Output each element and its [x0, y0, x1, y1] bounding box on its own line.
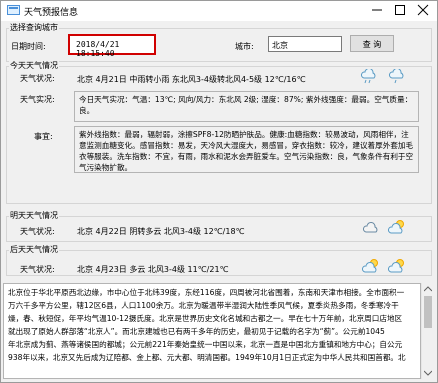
- intro-line: 938年以来，北京又先后成为辽陪都、金上都、元大都、明清国都。1949年10月1…: [8, 353, 406, 362]
- after-tomorrow-group-title: 后天天气情况: [9, 244, 59, 255]
- intro-line: 北京位于华北平原西北边缘，市中心位于北纬39度，东经116度，四周被河北省围着，…: [8, 288, 405, 297]
- app-icon: [7, 5, 20, 15]
- query-group-title: 选择查询城市: [9, 22, 59, 33]
- query-button[interactable]: 查 询: [350, 35, 394, 52]
- cloud-rain-icon: [360, 69, 376, 84]
- window-title: 天气预报信息: [24, 8, 79, 18]
- close-icon[interactable]: [417, 4, 429, 16]
- today-weather-label: 天气状况:: [20, 74, 55, 83]
- today-weather-value: 北京 4月21日 中雨转小雨 东北风3-4级转北风4-5级 12℃/16℃: [77, 75, 306, 84]
- scroll-thumb[interactable]: [424, 296, 432, 328]
- scroll-down-icon[interactable]: [424, 370, 432, 376]
- partly-cloudy-icon: [362, 259, 378, 273]
- city-intro-textarea[interactable]: 北京位于华北平原西北边缘，市中心位于北纬39度，东经116度，四周被河北省围着，…: [3, 283, 421, 379]
- tips-label: 事宜:: [34, 132, 53, 141]
- after-tomorrow-weather-value: 北京 4月23日 多云 北风3-4级 11℃/21℃: [77, 265, 229, 274]
- date-label: 日期时间:: [11, 42, 46, 51]
- today-live-label: 天气实况:: [20, 95, 55, 104]
- intro-line: 就出现了原始人群部落“北京人”。而北京建城也已有两千多年的历史，最初见于记载的名…: [8, 327, 385, 336]
- minimize-icon[interactable]: [371, 4, 383, 16]
- intro-line: 万六千多平方公里，辖12区6县，人口1100余万。北京为暖温带半湿润大陆性季风气…: [8, 301, 399, 310]
- date-time-field[interactable]: 2018/4/21 18:15:40: [68, 34, 156, 58]
- intro-line: 燥，春、秋短促，年平均气温10-12摄氏度。北京是世界历史文化名城和古都之一。早…: [8, 314, 403, 323]
- after-tomorrow-weather-label: 天气状况:: [20, 265, 55, 274]
- tomorrow-weather-value: 北京 4月22日 阴转多云 北风3-4级 12℃/18℃: [77, 227, 245, 236]
- scroll-up-icon[interactable]: [424, 286, 432, 292]
- cloud-rain-icon: [388, 69, 404, 84]
- intro-line: 年北京成为蓟、燕等诸侯国的都城；公元前221年秦始皇统一中国以来，北京一直是中国…: [8, 340, 403, 349]
- partly-cloudy-icon: [388, 259, 404, 273]
- today-group-title: 今天天气情况: [9, 60, 59, 71]
- city-input[interactable]: 北京: [268, 36, 342, 52]
- tomorrow-group-title: 明天天气情况: [9, 210, 59, 221]
- today-live-box: 今日天气实况：气温：13℃; 风向/风力：东北风 2级; 湿度：87%; 紫外线…: [74, 91, 419, 122]
- maximize-icon[interactable]: [394, 4, 406, 16]
- tips-box: 紫外线指数：最弱，辐射弱，涂擦SPF8-12防晒护肤品。健康:血糖指数：较易波动…: [74, 126, 419, 173]
- cloudy-icon: [362, 222, 378, 233]
- partly-cloudy-icon: [388, 220, 404, 234]
- city-label: 城市:: [235, 42, 254, 51]
- tomorrow-weather-label: 天气状况:: [20, 227, 55, 236]
